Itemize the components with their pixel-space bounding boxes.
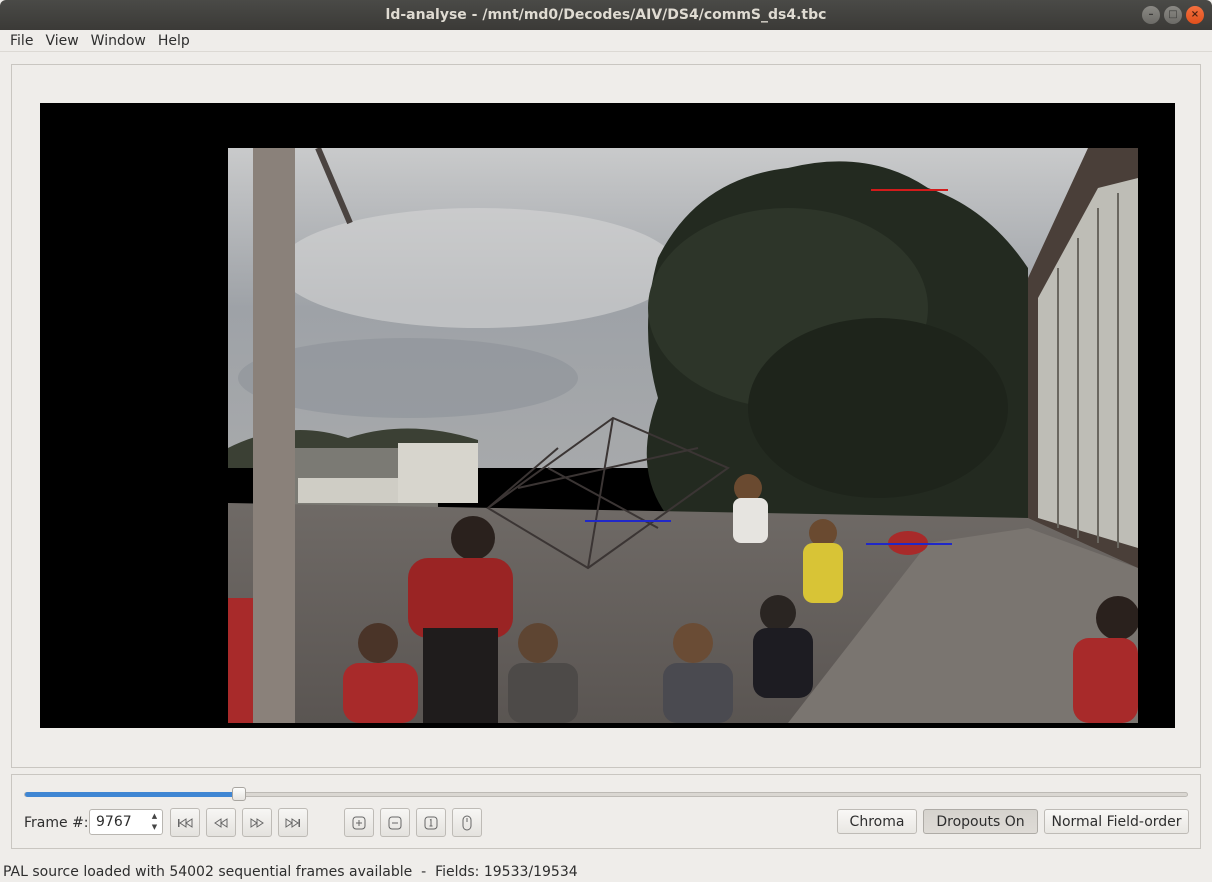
video-panel [11,64,1201,768]
frame-number-label: Frame #: [24,815,89,831]
maximize-button[interactable]: □ [1164,6,1182,24]
playground-scene [228,148,1138,723]
menu-window[interactable]: Window [85,33,152,49]
chroma-button[interactable]: Chroma [837,809,917,834]
frame-slider[interactable] [24,787,1188,801]
status-message: PAL source loaded with 54002 sequential … [3,863,578,880]
slider-fill [25,792,239,797]
window-controls: – □ × [1142,6,1204,24]
minimize-button[interactable]: – [1142,6,1160,24]
zoom-in-icon [352,816,366,829]
zoom-in-button[interactable] [344,808,374,837]
dropouts-button[interactable]: Dropouts On [923,809,1038,834]
video-display[interactable] [40,103,1175,728]
next-frame-button[interactable] [242,808,272,837]
menu-view[interactable]: View [39,33,84,49]
mouse-mode-icon [462,815,472,830]
controls-panel: Frame #: ▲ ▼ [11,774,1201,849]
spin-arrows[interactable]: ▲ ▼ [148,811,161,833]
menu-help[interactable]: Help [152,33,196,49]
video-frame-image [228,148,1138,723]
slider-handle[interactable] [232,787,246,801]
spin-up-icon[interactable]: ▲ [152,813,157,820]
step-back-icon [214,817,228,828]
zoom-original-icon [424,816,438,829]
step-forward-icon [250,817,264,828]
mouse-mode-button[interactable] [452,808,482,837]
spin-down-icon[interactable]: ▼ [152,824,157,831]
zoom-out-icon [388,816,402,829]
status-bar: PAL source loaded with 54002 sequential … [0,861,1212,882]
zoom-out-button[interactable] [380,808,410,837]
maximize-icon: □ [1168,9,1178,20]
previous-frame-button[interactable] [206,808,236,837]
first-frame-button[interactable] [170,808,200,837]
close-icon: × [1190,9,1200,20]
frame-number-input[interactable] [96,814,152,830]
zoom-original-button[interactable] [416,808,446,837]
frame-number-spinbox[interactable]: ▲ ▼ [89,809,163,835]
minimize-icon: – [1148,9,1154,20]
menu-file[interactable]: File [4,33,39,49]
close-button[interactable]: × [1186,6,1204,24]
last-frame-button[interactable] [278,808,308,837]
title-bar: ld-analyse - /mnt/md0/Decodes/AIV/DS4/co… [0,0,1212,30]
skip-first-icon [178,817,193,828]
skip-last-icon [285,817,300,828]
menu-bar: File View Window Help [0,30,1212,52]
window-title: ld-analyse - /mnt/md0/Decodes/AIV/DS4/co… [385,7,827,23]
field-order-button[interactable]: Normal Field-order [1044,809,1189,834]
